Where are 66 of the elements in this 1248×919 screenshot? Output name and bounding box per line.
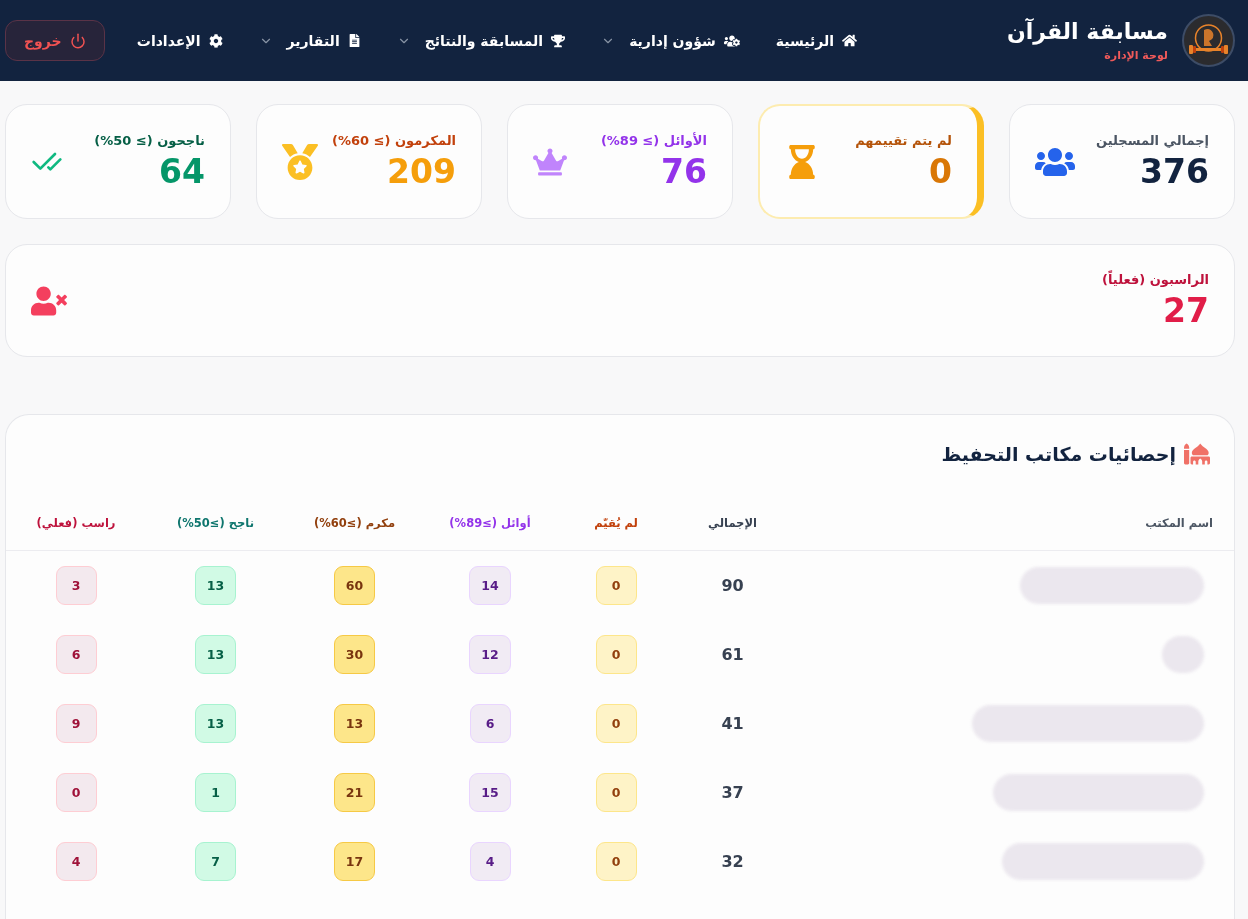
power-icon bbox=[69, 32, 86, 49]
document-icon bbox=[347, 34, 361, 47]
table-cell: 32 bbox=[721, 852, 744, 871]
count-badge: 14 bbox=[469, 566, 511, 605]
count-badge: 0 bbox=[55, 773, 97, 812]
count-badge: 30 bbox=[333, 635, 376, 674]
nav-link[interactable]: الإعدادات bbox=[136, 32, 223, 49]
count-badge: 0 bbox=[595, 704, 637, 743]
stat-label: ناجحون (≥ 50%) bbox=[94, 132, 205, 148]
count-badge: 9 bbox=[55, 704, 97, 743]
table-cell: 61 bbox=[721, 645, 744, 664]
column-header: ناجح (≥50%) bbox=[177, 515, 254, 530]
column-header: اسم المكتب bbox=[1145, 515, 1214, 530]
settings-icon bbox=[208, 33, 223, 48]
stat-value: 76 bbox=[661, 153, 707, 191]
count-badge: 0 bbox=[595, 635, 637, 674]
table-cell: 90 bbox=[721, 576, 744, 595]
count-badge: 6 bbox=[55, 635, 97, 674]
stat-value: 209 bbox=[387, 153, 456, 191]
count-badge: 0 bbox=[595, 773, 637, 812]
section-title: إحصائيات مكاتب التحفيظ bbox=[941, 443, 1176, 465]
column-header: راسب (فعلي) bbox=[36, 515, 116, 530]
table-cell: 37 bbox=[721, 783, 744, 802]
stat-label: الراسبون (فعلياً) bbox=[1102, 271, 1209, 287]
count-badge: 15 bbox=[469, 773, 511, 812]
count-badge: 7 bbox=[195, 842, 236, 881]
count-badge: 60 bbox=[333, 566, 376, 605]
emblem-logo bbox=[1182, 14, 1235, 67]
trophy-icon bbox=[551, 33, 566, 48]
column-header: الإجمالي bbox=[708, 515, 757, 530]
nav-link[interactable]: الرئيسية bbox=[775, 32, 857, 49]
nav-link[interactable]: التقارير bbox=[258, 32, 361, 49]
stat-value: 27 bbox=[1163, 292, 1209, 330]
count-badge: 13 bbox=[333, 704, 376, 743]
stat-label: الأوائل (≥ 89%) bbox=[600, 132, 707, 148]
column-header: لم يُقيّم bbox=[594, 515, 638, 530]
column-header: أوائل (≥89%) bbox=[449, 515, 531, 530]
count-badge: 13 bbox=[194, 566, 237, 605]
count-badge: 3 bbox=[55, 566, 97, 605]
mosque-icon bbox=[1184, 441, 1210, 467]
count-badge: 17 bbox=[333, 842, 376, 881]
app-title: مسابقة القرآن bbox=[1007, 19, 1168, 46]
count-badge: 21 bbox=[333, 773, 376, 812]
count-badge: 6 bbox=[469, 704, 511, 743]
nav-link[interactable]: المسابقة والنتائج bbox=[396, 32, 566, 49]
stat-value: 376 bbox=[1140, 153, 1209, 191]
count-badge: 4 bbox=[55, 842, 97, 881]
count-badge: 1 bbox=[195, 773, 236, 812]
stat-label: إجمالي المسجلين bbox=[1096, 132, 1209, 148]
table-cell: 41 bbox=[721, 714, 744, 733]
nav-link[interactable]: شؤون إدارية bbox=[601, 32, 740, 49]
count-badge: 0 bbox=[595, 842, 637, 881]
count-badge: 12 bbox=[469, 635, 511, 674]
column-header: مكرم (≥60%) bbox=[313, 515, 396, 530]
app-subtitle: لوحة الإدارة bbox=[1104, 48, 1168, 62]
stat-label: المكرمون (≥ 60%) bbox=[332, 132, 456, 148]
logout-button[interactable]: خروج bbox=[5, 20, 105, 61]
home-icon bbox=[842, 33, 857, 48]
stat-value: 0 bbox=[929, 153, 952, 191]
count-badge: 13 bbox=[194, 704, 237, 743]
medal-icon bbox=[282, 143, 318, 180]
count-badge: 13 bbox=[194, 635, 237, 674]
count-badge: 4 bbox=[469, 842, 511, 881]
stat-label: لم يتم تقييمهم bbox=[855, 132, 952, 148]
stat-value: 64 bbox=[159, 153, 205, 191]
count-badge: 0 bbox=[595, 566, 637, 605]
